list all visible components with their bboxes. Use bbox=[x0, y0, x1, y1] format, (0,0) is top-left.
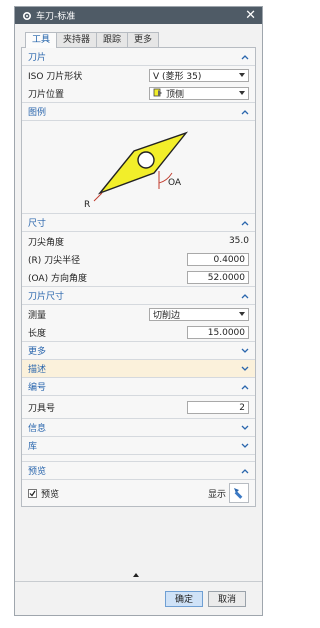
section-blade-size-header[interactable]: 刀片尺寸 bbox=[22, 286, 255, 305]
tool-number-input[interactable]: 2 bbox=[187, 400, 249, 414]
chevron-up-icon bbox=[240, 52, 249, 61]
show-label: 显示 bbox=[207, 489, 226, 500]
tab-tool[interactable]: 工具 bbox=[25, 32, 58, 48]
chevron-down-icon bbox=[240, 423, 249, 432]
chevron-up-icon bbox=[240, 466, 249, 475]
chevron-up-icon bbox=[240, 107, 249, 116]
blade-position-row: 刀片位置 顶侧 bbox=[22, 84, 255, 102]
tab-holder[interactable]: 夹持器 bbox=[56, 32, 98, 47]
window-title: 车刀-标准 bbox=[36, 12, 76, 22]
tool-dialog: 车刀-标准 ✕ 工具 夹持器 跟踪 更多 刀片 ISO 刀片形状 V (菱形 3… bbox=[14, 6, 263, 616]
iso-shape-select[interactable]: V (菱形 35) bbox=[149, 68, 249, 82]
section-description-title: 描述 bbox=[28, 365, 47, 375]
chevron-down-icon bbox=[240, 364, 249, 373]
chevron-up-icon bbox=[240, 218, 249, 227]
tab-more[interactable]: 更多 bbox=[127, 32, 160, 47]
dropdown-arrow-icon bbox=[239, 312, 245, 316]
chevron-down-icon bbox=[240, 441, 249, 450]
insert-diagram: OA R bbox=[84, 131, 188, 210]
preview-checkbox-label: 预览 bbox=[41, 489, 60, 500]
tab-panel: 刀片 ISO 刀片形状 V (菱形 35) 刀片位置 顶侧 图例 OA R 尺寸… bbox=[21, 47, 256, 507]
dropdown-arrow-icon bbox=[239, 73, 245, 77]
blade-position-select[interactable]: 顶侧 bbox=[149, 86, 249, 100]
measure-label: 测量 bbox=[28, 310, 47, 321]
section-blade-size-title: 刀片尺寸 bbox=[28, 292, 65, 302]
measure-value: 切削边 bbox=[153, 310, 181, 321]
tool-number-row: 刀具号 2 bbox=[22, 396, 255, 418]
close-icon[interactable]: ✕ bbox=[245, 9, 256, 22]
show-button[interactable] bbox=[229, 483, 249, 503]
oa-label: OA bbox=[168, 178, 182, 188]
section-preview-header[interactable]: 预览 bbox=[22, 461, 255, 480]
insert-illustration: OA R bbox=[22, 121, 255, 214]
section-blade-title: 刀片 bbox=[28, 53, 47, 63]
length-input[interactable]: 15.0000 bbox=[187, 325, 249, 339]
insert-position-icon bbox=[153, 88, 163, 98]
orientation-angle-row: (OA) 方向角度 52.0000 bbox=[22, 268, 255, 286]
section-info-title: 信息 bbox=[28, 424, 47, 434]
chevron-up-icon bbox=[240, 291, 249, 300]
footer-divider bbox=[15, 581, 262, 582]
nose-radius-label: (R) 刀尖半径 bbox=[28, 255, 81, 266]
preview-row: 预览 显示 bbox=[22, 480, 255, 506]
section-library-title: 库 bbox=[28, 442, 38, 452]
blade-position-value: 顶侧 bbox=[166, 89, 185, 100]
nose-radius-input[interactable]: 0.4000 bbox=[187, 252, 249, 266]
section-more-header[interactable]: 更多 bbox=[22, 341, 255, 360]
section-description-header[interactable]: 描述 bbox=[22, 360, 255, 378]
section-blade-header[interactable]: 刀片 bbox=[22, 48, 255, 66]
section-more-title: 更多 bbox=[28, 347, 47, 357]
cancel-button[interactable]: 取消 bbox=[208, 591, 246, 607]
collapse-arrow-icon[interactable] bbox=[133, 573, 139, 577]
section-illustration-title: 图例 bbox=[28, 108, 47, 118]
title-bar[interactable]: 车刀-标准 ✕ bbox=[15, 7, 262, 24]
gear-icon bbox=[21, 10, 32, 21]
length-row: 长度 15.0000 bbox=[22, 323, 255, 341]
blade-position-label: 刀片位置 bbox=[28, 89, 65, 100]
tip-angle-value: 35.0 bbox=[228, 236, 249, 246]
chevron-up-icon bbox=[240, 382, 249, 391]
section-info-header[interactable]: 信息 bbox=[22, 418, 255, 437]
section-preview-title: 预览 bbox=[28, 467, 47, 477]
chevron-down-icon bbox=[240, 346, 249, 355]
section-size-title: 尺寸 bbox=[28, 219, 47, 229]
tab-strip: 工具 夹持器 跟踪 更多 bbox=[25, 32, 262, 48]
iso-shape-label: ISO 刀片形状 bbox=[28, 71, 83, 82]
nose-radius-row: (R) 刀尖半径 0.4000 bbox=[22, 250, 255, 268]
preview-checkbox[interactable] bbox=[28, 488, 37, 498]
orientation-angle-label: (OA) 方向角度 bbox=[28, 273, 87, 284]
dialog-footer: 确定 取消 bbox=[15, 571, 262, 615]
length-label: 长度 bbox=[28, 328, 47, 339]
iso-shape-value: V (菱形 35) bbox=[153, 71, 202, 82]
section-library-header[interactable]: 库 bbox=[22, 437, 255, 455]
iso-shape-row: ISO 刀片形状 V (菱形 35) bbox=[22, 66, 255, 84]
tip-angle-label: 刀尖角度 bbox=[28, 237, 65, 248]
tool-number-label: 刀具号 bbox=[28, 403, 56, 414]
section-number-header[interactable]: 编号 bbox=[22, 378, 255, 396]
tab-tracking[interactable]: 跟踪 bbox=[96, 32, 129, 47]
orientation-angle-input[interactable]: 52.0000 bbox=[187, 270, 249, 284]
ok-button[interactable]: 确定 bbox=[165, 591, 203, 607]
flashlight-icon bbox=[232, 486, 246, 500]
measure-row: 测量 切削边 bbox=[22, 305, 255, 323]
tip-angle-row: 刀尖角度 35.0 bbox=[22, 232, 255, 250]
section-size-header[interactable]: 尺寸 bbox=[22, 214, 255, 232]
section-number-title: 编号 bbox=[28, 383, 47, 393]
dropdown-arrow-icon bbox=[239, 91, 245, 95]
measure-select[interactable]: 切削边 bbox=[149, 307, 249, 321]
r-label: R bbox=[84, 200, 90, 210]
section-illustration-header[interactable]: 图例 bbox=[22, 102, 255, 121]
